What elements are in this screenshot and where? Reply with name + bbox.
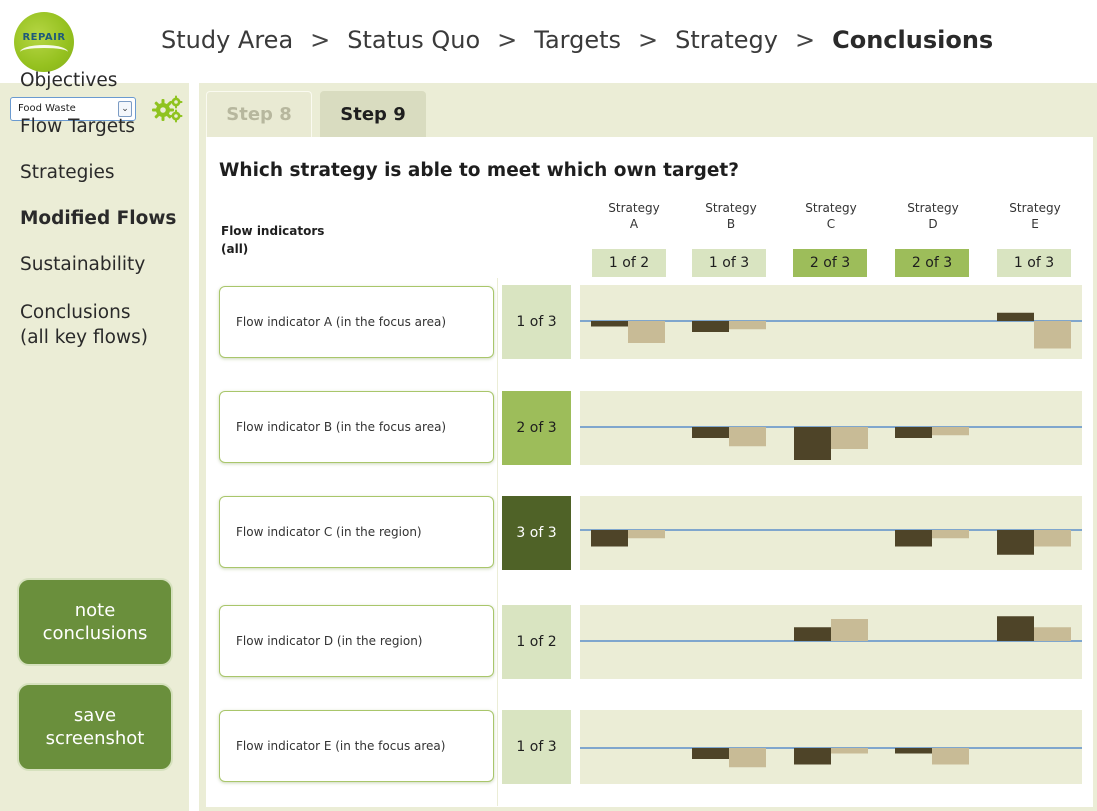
crumb-separator: > xyxy=(310,26,331,54)
crumb-targets[interactable]: Targets xyxy=(534,26,621,54)
crumb-study-area[interactable]: Study Area xyxy=(161,26,293,54)
row-score-badge: 2 of 3 xyxy=(502,391,571,465)
strategy-b-header: Strategy B xyxy=(705,201,757,231)
logo-text: REPAIR xyxy=(22,32,66,43)
row-score-badge: 1 of 2 xyxy=(502,605,571,679)
logo-swoosh-icon xyxy=(20,45,68,59)
row-chart-area xyxy=(580,285,1082,359)
flow-indicator-label: Flow indicator A (in the focus area) xyxy=(236,315,447,329)
gears-icon[interactable] xyxy=(151,95,183,123)
crumb-separator: > xyxy=(638,26,659,54)
strategy-d-score: 2 of 3 xyxy=(895,249,969,277)
crumb-separator: > xyxy=(794,26,816,54)
flow-indicator-card-c[interactable]: Flow indicator C (in the region) xyxy=(219,496,494,568)
flow-indicator-label: Flow indicator D (in the region) xyxy=(236,634,423,648)
flow-indicator-card-e[interactable]: Flow indicator E (in the focus area) xyxy=(219,710,494,782)
sidebar-item-objectives[interactable]: Objectives xyxy=(20,70,117,91)
sidebar-item-conclusions[interactable]: Conclusions (all key flows) xyxy=(20,300,148,350)
tab-step-9[interactable]: Step 9 xyxy=(320,91,426,137)
sidebar-item-sustainability[interactable]: Sustainability xyxy=(20,254,145,275)
flow-indicator-label: Flow indicator C (in the region) xyxy=(236,525,422,539)
column-divider xyxy=(497,278,498,806)
sidebar-item-strategies[interactable]: Strategies xyxy=(20,162,114,183)
flow-indicators-header: Flow indicators (all) xyxy=(221,224,325,256)
strategy-d-header: Strategy D xyxy=(907,201,959,231)
strategy-e-header: Strategy E xyxy=(1009,201,1061,231)
strategy-a-header: Strategy A xyxy=(608,201,660,231)
repair-logo: REPAIR xyxy=(14,12,74,72)
strategy-c-score: 2 of 3 xyxy=(793,249,867,277)
crumb-strategy[interactable]: Strategy xyxy=(675,26,778,54)
save-screenshot-button[interactable]: save screenshot xyxy=(17,683,173,771)
row-chart-area xyxy=(580,605,1082,679)
row-score-badge: 1 of 3 xyxy=(502,285,571,359)
row-chart-area xyxy=(580,496,1082,570)
flow-indicator-label: Flow indicator B (in the focus area) xyxy=(236,420,447,434)
strategy-a-score: 1 of 2 xyxy=(592,249,666,277)
flow-indicator-label: Flow indicator E (in the focus area) xyxy=(236,739,446,753)
row-chart-area xyxy=(580,710,1082,784)
flow-indicator-card-a[interactable]: Flow indicator A (in the focus area) xyxy=(219,286,494,358)
keyflow-select-value: Food Waste xyxy=(18,103,76,114)
crumb-separator: > xyxy=(497,26,518,54)
note-conclusions-button[interactable]: note conclusions xyxy=(17,578,173,666)
strategy-b-score: 1 of 3 xyxy=(692,249,766,277)
flow-indicator-card-b[interactable]: Flow indicator B (in the focus area) xyxy=(219,391,494,463)
crumb-conclusions[interactable]: Conclusions xyxy=(832,26,993,54)
sidebar-item-flow-targets[interactable]: Flow Targets xyxy=(20,116,135,137)
sidebar-item-modified-flows[interactable]: Modified Flows xyxy=(20,208,176,229)
page-title: Which strategy is able to meet which own… xyxy=(219,160,739,181)
crumb-status-quo[interactable]: Status Quo xyxy=(347,26,480,54)
row-score-badge: 1 of 3 xyxy=(502,710,571,784)
chevron-down-icon[interactable]: ⌄ xyxy=(118,101,132,117)
row-score-badge: 3 of 3 xyxy=(502,496,571,570)
strategy-c-header: Strategy C xyxy=(805,201,857,231)
breadcrumb: Study Area > Status Quo > Targets > Stra… xyxy=(161,24,993,56)
row-chart-area xyxy=(580,391,1082,465)
content-panel xyxy=(206,137,1093,807)
tab-step-8[interactable]: Step 8 xyxy=(206,91,312,137)
strategy-e-score: 1 of 3 xyxy=(997,249,1071,277)
flow-indicator-card-d[interactable]: Flow indicator D (in the region) xyxy=(219,605,494,677)
